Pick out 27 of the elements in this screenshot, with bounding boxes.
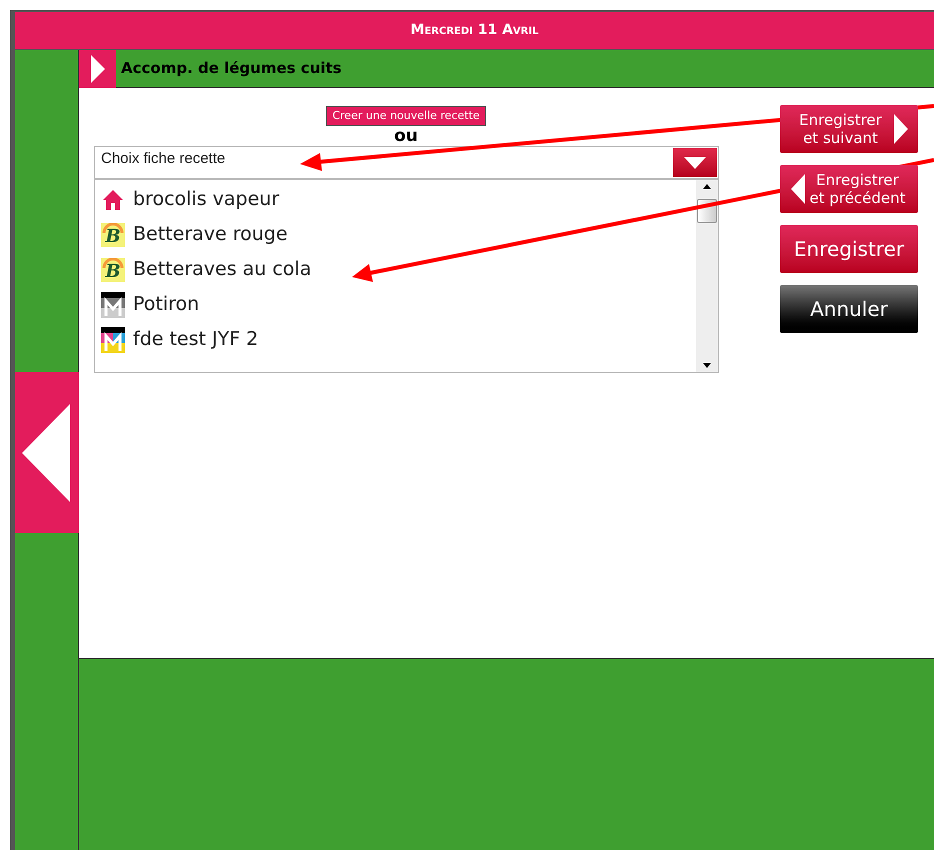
save-button[interactable]: Enregistrer [780,225,918,273]
letter-b-icon: B [101,222,125,246]
triangle-icon [790,174,804,204]
cancel-button[interactable]: Annuler [780,285,918,333]
separator-text: ou [394,126,418,146]
recipe-option[interactable]: brocolis vapeur [133,185,280,214]
previous-page-button[interactable] [15,372,79,533]
left-triangle-icon [22,404,72,502]
com-m-icon [101,292,125,318]
com-m-icon [101,326,125,352]
scroll-down-icon[interactable] [703,363,711,368]
previous-button[interactable]: Enregistrer et précédent [780,165,918,213]
recipe-option[interactable]: Betterave rouge [133,220,288,249]
create-recipe-button[interactable]: Creer une nouvelle recette [326,106,486,126]
triangle-icon [894,114,908,144]
scrollbar[interactable] [696,180,718,372]
recipe-option[interactable]: Betteraves au cola [133,255,312,284]
recipe-option[interactable]: fde test JYF 2 [133,325,258,354]
house-icon [102,188,124,210]
section-title: Accomp. de légumes cuits [121,58,342,80]
date-header: Mercredi 11 Avril [15,12,934,50]
recipe-select[interactable]: Choix fiche recette [94,146,719,179]
next-button[interactable]: Enregistrer et suivant [780,105,918,153]
scroll-up-icon[interactable] [703,184,711,189]
recipe-option[interactable]: Potiron [133,290,200,319]
select-placeholder: Choix fiche recette [101,149,226,169]
letter-b-icon: B [101,258,125,282]
